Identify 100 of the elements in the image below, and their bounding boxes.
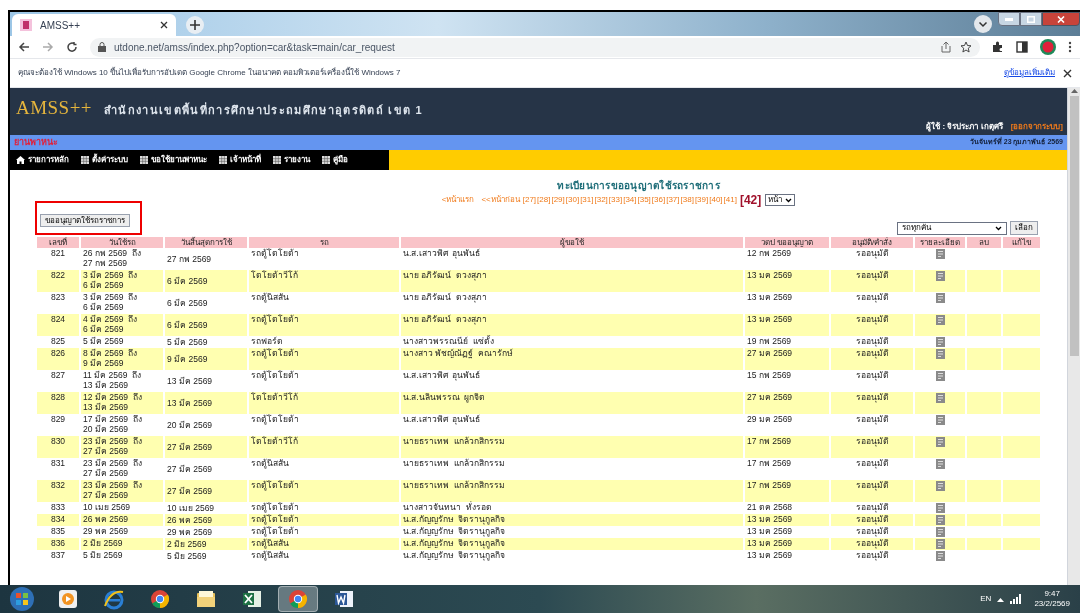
- menu-item[interactable]: เจ้าหน้าที่: [230, 154, 261, 166]
- previous-page-link[interactable]: <<หน้าก่อน: [481, 194, 520, 206]
- document-icon[interactable]: [935, 538, 945, 549]
- document-icon[interactable]: [935, 514, 945, 525]
- page-link[interactable]: [28]: [537, 194, 551, 206]
- table-cell: 9 มีค 2569: [165, 348, 247, 370]
- table-cell: 27 มีค 2569: [165, 480, 247, 502]
- table-cell: รถตู้นิสสัน: [249, 538, 399, 550]
- maximize-button[interactable]: [1020, 12, 1042, 26]
- favicon-icon: [20, 19, 32, 31]
- document-icon[interactable]: [935, 436, 945, 447]
- document-icon[interactable]: [935, 348, 945, 359]
- grid-icon: [322, 156, 330, 164]
- clock-time[interactable]: 9:47: [1044, 589, 1060, 599]
- request-button[interactable]: ขออนุญาตใช้รถราชการ: [40, 214, 130, 227]
- document-icon[interactable]: [935, 336, 945, 347]
- page-link[interactable]: [39]: [694, 194, 709, 206]
- document-icon[interactable]: [935, 292, 945, 303]
- close-button[interactable]: [1042, 12, 1080, 26]
- column-header: เลขที่: [37, 237, 79, 248]
- start-orb-icon[interactable]: [10, 587, 34, 611]
- address-bar[interactable]: utdone.net/amss/index.php?option=car&task=main/car_request: [90, 37, 980, 57]
- table-cell: 832: [37, 480, 79, 502]
- car-filter-select[interactable]: รถทุกคัน: [897, 221, 1007, 235]
- table-cell: รถตู้โตโยต้า: [249, 348, 399, 370]
- signal-icon[interactable]: [1010, 594, 1023, 604]
- page-link[interactable]: [41]: [723, 194, 737, 206]
- page-link[interactable]: [33]: [608, 194, 623, 206]
- page-select[interactable]: หน้า: [765, 194, 796, 206]
- table-cell: 824: [37, 314, 79, 336]
- first-page-link[interactable]: <หน้าแรก: [441, 194, 475, 206]
- menu-item[interactable]: รายการหลัก: [28, 154, 69, 166]
- document-icon[interactable]: [935, 414, 945, 425]
- reload-icon[interactable]: [66, 41, 78, 53]
- table-cell: 27 มีค 2569: [165, 436, 247, 458]
- scrollbar[interactable]: [1067, 88, 1080, 585]
- table-cell: 826: [37, 348, 79, 370]
- caret-up-icon[interactable]: [997, 596, 1005, 602]
- document-icon[interactable]: [935, 550, 945, 561]
- learn-more-link[interactable]: ดูข้อมูลเพิ่มเติม: [1004, 67, 1055, 79]
- kebab-menu-icon[interactable]: [1068, 41, 1072, 53]
- page-link[interactable]: [30]: [565, 194, 580, 206]
- clock-date[interactable]: 23/2/2569: [1034, 599, 1070, 609]
- back-icon[interactable]: [18, 41, 30, 53]
- table-cell: 17 กพ 2569: [745, 480, 829, 502]
- document-icon[interactable]: [935, 270, 945, 281]
- tab-search-icon[interactable]: [974, 15, 992, 33]
- share-icon[interactable]: [940, 41, 952, 53]
- table-cell: 6 มีค 2569: [165, 314, 247, 336]
- table-cell: โตโยต้าวีโก้: [249, 436, 399, 458]
- page-link[interactable]: [35]: [637, 194, 651, 206]
- logout-link[interactable]: [ออกจากระบบ]: [1010, 121, 1063, 133]
- page-link[interactable]: [36]: [651, 194, 666, 206]
- new-tab-icon[interactable]: [186, 16, 204, 34]
- page-link[interactable]: [37]: [666, 194, 680, 206]
- document-icon[interactable]: [935, 458, 945, 469]
- menu-item[interactable]: ตั้งค่าระบบ: [92, 154, 128, 166]
- page-link[interactable]: [40]: [709, 194, 723, 206]
- document-icon[interactable]: [935, 370, 945, 381]
- side-panel-icon[interactable]: [1016, 41, 1028, 53]
- select-button[interactable]: เลือก: [1010, 221, 1038, 235]
- table-cell: 12 มีค 2569 ถึง 13 มีค 2569: [81, 392, 163, 414]
- minimize-button[interactable]: [998, 12, 1020, 26]
- table-cell: โตโยต้าวีโก้: [249, 392, 399, 414]
- document-icon[interactable]: [935, 248, 945, 259]
- page-link[interactable]: [38]: [680, 194, 694, 206]
- page-link[interactable]: [34]: [623, 194, 637, 206]
- star-icon[interactable]: [960, 41, 972, 53]
- close-icon[interactable]: [1063, 68, 1072, 78]
- document-icon[interactable]: [935, 502, 945, 513]
- page-link[interactable]: [29]: [551, 194, 565, 206]
- chevron-down-icon: [785, 197, 793, 203]
- document-icon[interactable]: [935, 480, 945, 491]
- page-link[interactable]: [31]: [580, 194, 594, 206]
- column-header: รถ: [249, 237, 399, 248]
- scrollbar-thumb[interactable]: [1069, 96, 1079, 356]
- page-link[interactable]: [32]: [594, 194, 608, 206]
- profile-avatar-icon[interactable]: [1040, 39, 1056, 55]
- table-cell: รออนุมัติ: [831, 314, 913, 336]
- language-indicator[interactable]: EN: [980, 593, 992, 605]
- current-page[interactable]: [42]: [739, 194, 762, 206]
- table-cell: 27 มค 2569: [745, 392, 829, 414]
- document-icon[interactable]: [935, 314, 945, 325]
- grid-icon: [273, 156, 281, 164]
- column-header: อนุมัติ/คำสั่ง: [831, 237, 913, 248]
- home-icon: [16, 156, 25, 164]
- menu-item[interactable]: คู่มือ: [333, 154, 348, 166]
- document-icon[interactable]: [935, 526, 945, 537]
- browser-tab[interactable]: AMSS++: [12, 14, 176, 36]
- document-icon[interactable]: [935, 392, 945, 403]
- close-icon[interactable]: [160, 21, 168, 29]
- table-cell: น.ส.กัญญรักษ จิตรานุกูลกิจ: [401, 538, 743, 550]
- table-cell: 828: [37, 392, 79, 414]
- table-cell: รออนุมัติ: [831, 348, 913, 370]
- table-cell: 13 มค 2569: [745, 270, 829, 292]
- menu-item[interactable]: ขอใช้ยานพาหนะ: [151, 154, 207, 166]
- page-link[interactable]: [27]: [522, 194, 537, 206]
- puzzle-icon[interactable]: [992, 41, 1004, 53]
- menu-item[interactable]: รายงาน: [284, 154, 310, 166]
- maximize-icon: [1027, 15, 1035, 23]
